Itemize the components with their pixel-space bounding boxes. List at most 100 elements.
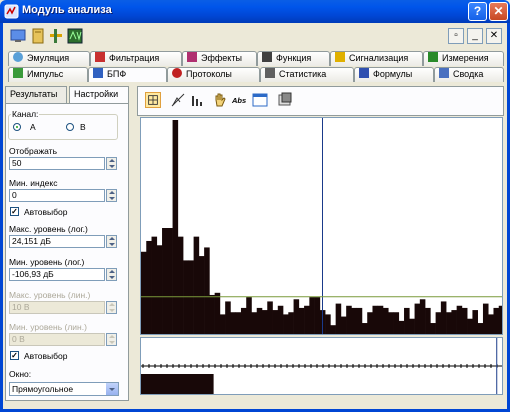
spectrum-bar: [235, 312, 242, 334]
spectrum-bar: [472, 310, 478, 334]
min-index-input[interactable]: 0: [9, 189, 105, 202]
filter-icon: [95, 52, 105, 62]
overview-selection[interactable]: [141, 374, 214, 395]
tab-signal[interactable]: Сигнализация: [330, 51, 423, 66]
spectrum-bar: [393, 312, 400, 334]
spectrum-bar: [409, 318, 415, 334]
spectrum-bar: [188, 260, 194, 334]
tab-formulas[interactable]: Формулы: [354, 67, 434, 82]
max-level-lin-label: Макс. уровень (лин.): [9, 290, 91, 300]
channel-b-radio[interactable]: [66, 123, 74, 131]
bars-icon[interactable]: [190, 92, 206, 108]
spectrum-bar: [262, 310, 268, 334]
spectrum-bar: [288, 312, 294, 334]
signal-icon: [335, 52, 345, 62]
spectrum-bar: [151, 236, 158, 334]
minimize-button[interactable]: _: [467, 28, 483, 44]
spectrum-bar: [425, 307, 431, 334]
spectrum-bar: [219, 314, 226, 334]
min-level-lin-stepper[interactable]: [106, 333, 117, 346]
spectrum-bar: [309, 297, 315, 334]
book-icon[interactable]: [30, 28, 46, 44]
spectrum-bar: [383, 307, 389, 334]
spectrum-bar: [435, 312, 442, 334]
overview-chart-svg: [141, 338, 502, 395]
tab-impulse[interactable]: Импульс: [8, 67, 88, 82]
fft-icon: [93, 68, 103, 78]
tab-effects[interactable]: Эффекты: [182, 51, 257, 66]
title-bar[interactable]: Модуль анализа ? ✕: [0, 0, 510, 23]
channel-a-label: A: [30, 122, 36, 132]
max-level-log-stepper[interactable]: [106, 235, 117, 248]
fft-chart[interactable]: [140, 117, 503, 335]
min-level-log-input[interactable]: -106,93 дБ: [9, 268, 105, 281]
pen-icon[interactable]: [170, 92, 186, 108]
grid-icon[interactable]: [145, 92, 161, 108]
restore-button[interactable]: ▫: [448, 28, 464, 44]
spectrum-bar: [440, 301, 447, 334]
spectrum-bar: [251, 312, 258, 334]
min-level-log-stepper[interactable]: [106, 268, 117, 281]
tab-protocol[interactable]: Протоколы: [167, 67, 260, 82]
spectrum-bar: [367, 312, 373, 334]
spectrum-bar: [272, 310, 279, 334]
tab-summary[interactable]: Сводка: [434, 67, 504, 82]
summary-icon: [439, 68, 449, 78]
stats-icon: [265, 68, 275, 78]
tab-settings[interactable]: Настройки: [69, 86, 129, 103]
help-button[interactable]: ?: [468, 2, 487, 21]
close-button[interactable]: ✕: [489, 2, 508, 21]
spectrum-bar: [146, 240, 152, 334]
spectrum-bar: [172, 120, 179, 334]
spectrum-bar: [456, 305, 463, 334]
spectrum-bar: [340, 316, 347, 334]
spectrum-bar: [404, 307, 410, 334]
hand-icon[interactable]: [212, 92, 228, 108]
spectrum-bar: [372, 305, 379, 334]
min-level-log-label: Мин. уровень (лог.): [9, 257, 85, 267]
min-index-stepper[interactable]: [106, 189, 117, 202]
overview-chart[interactable]: [140, 337, 503, 395]
close-inner-button[interactable]: ✕: [486, 28, 502, 44]
chevron-down-icon[interactable]: [106, 383, 118, 395]
spectrum-bar: [351, 307, 357, 334]
tab-filter[interactable]: Фильтрация: [90, 51, 182, 66]
max-level-log-input[interactable]: 24,151 дБ: [9, 235, 105, 248]
abs-icon[interactable]: Abs: [232, 96, 246, 105]
table-icon[interactable]: [252, 92, 268, 108]
spectrum-bar: [488, 314, 494, 334]
display-stepper[interactable]: [106, 157, 117, 170]
min-level-lin-input[interactable]: 0 В: [9, 333, 105, 346]
tools-icon[interactable]: [48, 28, 64, 44]
max-level-lin-input[interactable]: 10 В: [9, 301, 105, 314]
spectrum-bar: [467, 318, 473, 334]
spectrum-bar: [388, 312, 394, 334]
window-select-value: Прямоугольное: [12, 384, 74, 394]
tab-emulation[interactable]: Эмуляция: [8, 51, 90, 66]
spectrum-bar: [277, 305, 284, 334]
tab-fft[interactable]: БПФ: [88, 67, 167, 82]
auto-select-checkbox-1[interactable]: ✓: [10, 207, 19, 216]
auto-select-checkbox-2[interactable]: ✓: [10, 351, 19, 360]
tab-stats[interactable]: Статистика: [260, 67, 354, 82]
spectrum-bar: [398, 320, 405, 334]
spectrum-bar: [335, 303, 342, 334]
fft-chart-svg: [141, 118, 502, 334]
tab-function[interactable]: Функция: [257, 51, 330, 66]
spectrum-bar: [214, 292, 221, 334]
av-icon[interactable]: [67, 28, 83, 44]
function-icon: [262, 52, 272, 62]
spectrum-bar: [446, 312, 452, 334]
tab-results[interactable]: Результаты: [5, 86, 67, 103]
window-select[interactable]: Прямоугольное: [9, 382, 119, 396]
monitor-icon[interactable]: [10, 28, 26, 44]
min-level-lin-label: Мин. уровень (лин.): [9, 322, 87, 332]
export-icon[interactable]: [277, 92, 293, 108]
channel-a-radio[interactable]: [13, 123, 21, 131]
display-input[interactable]: 50: [9, 157, 105, 170]
spectrum-bar: [498, 305, 502, 334]
tab-measure[interactable]: Измерения: [423, 51, 504, 66]
max-level-lin-stepper[interactable]: [106, 301, 117, 314]
spectrum-bar: [356, 307, 363, 334]
spectrum-bar: [177, 236, 184, 334]
